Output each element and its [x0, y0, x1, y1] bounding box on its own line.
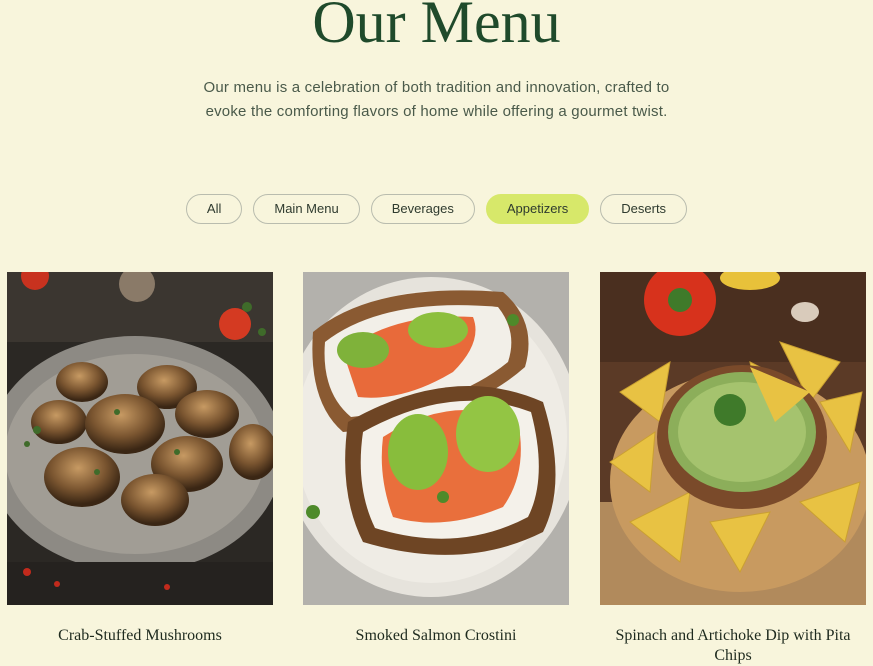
salmon-crostini-photo [303, 272, 569, 605]
dish-name[interactable]: Smoked Salmon Crostini [303, 626, 569, 646]
dish-name[interactable]: Spinach and Artichoke Dip with Pita Chip… [600, 626, 866, 666]
filter-main-menu-button[interactable]: Main Menu [253, 194, 360, 224]
menu-intro-text: Our menu is a celebration of both tradit… [203, 79, 670, 120]
dish-image[interactable] [7, 272, 273, 605]
filter-all-button[interactable]: All [185, 194, 243, 224]
dish-card[interactable]: Crab-Stuffed Mushrooms [7, 272, 273, 646]
dip-with-chips-photo [600, 272, 866, 605]
dish-image[interactable] [303, 272, 569, 605]
dish-card[interactable]: Spinach and Artichoke Dip with Pita Chip… [600, 272, 866, 666]
filter-appetizers-button[interactable]: Appetizers [485, 194, 590, 224]
menu-filter-tabs: All Main Menu Beverages Appetizers Deser… [0, 194, 873, 224]
filter-deserts-button[interactable]: Deserts [600, 194, 688, 224]
dish-name[interactable]: Crab-Stuffed Mushrooms [7, 626, 273, 646]
dish-image[interactable] [600, 272, 866, 605]
filter-beverages-button[interactable]: Beverages [370, 194, 475, 224]
dish-card[interactable]: Smoked Salmon Crostini [303, 272, 569, 646]
stuffed-mushrooms-photo [7, 272, 273, 605]
page-title: Our Menu [312, 0, 561, 55]
